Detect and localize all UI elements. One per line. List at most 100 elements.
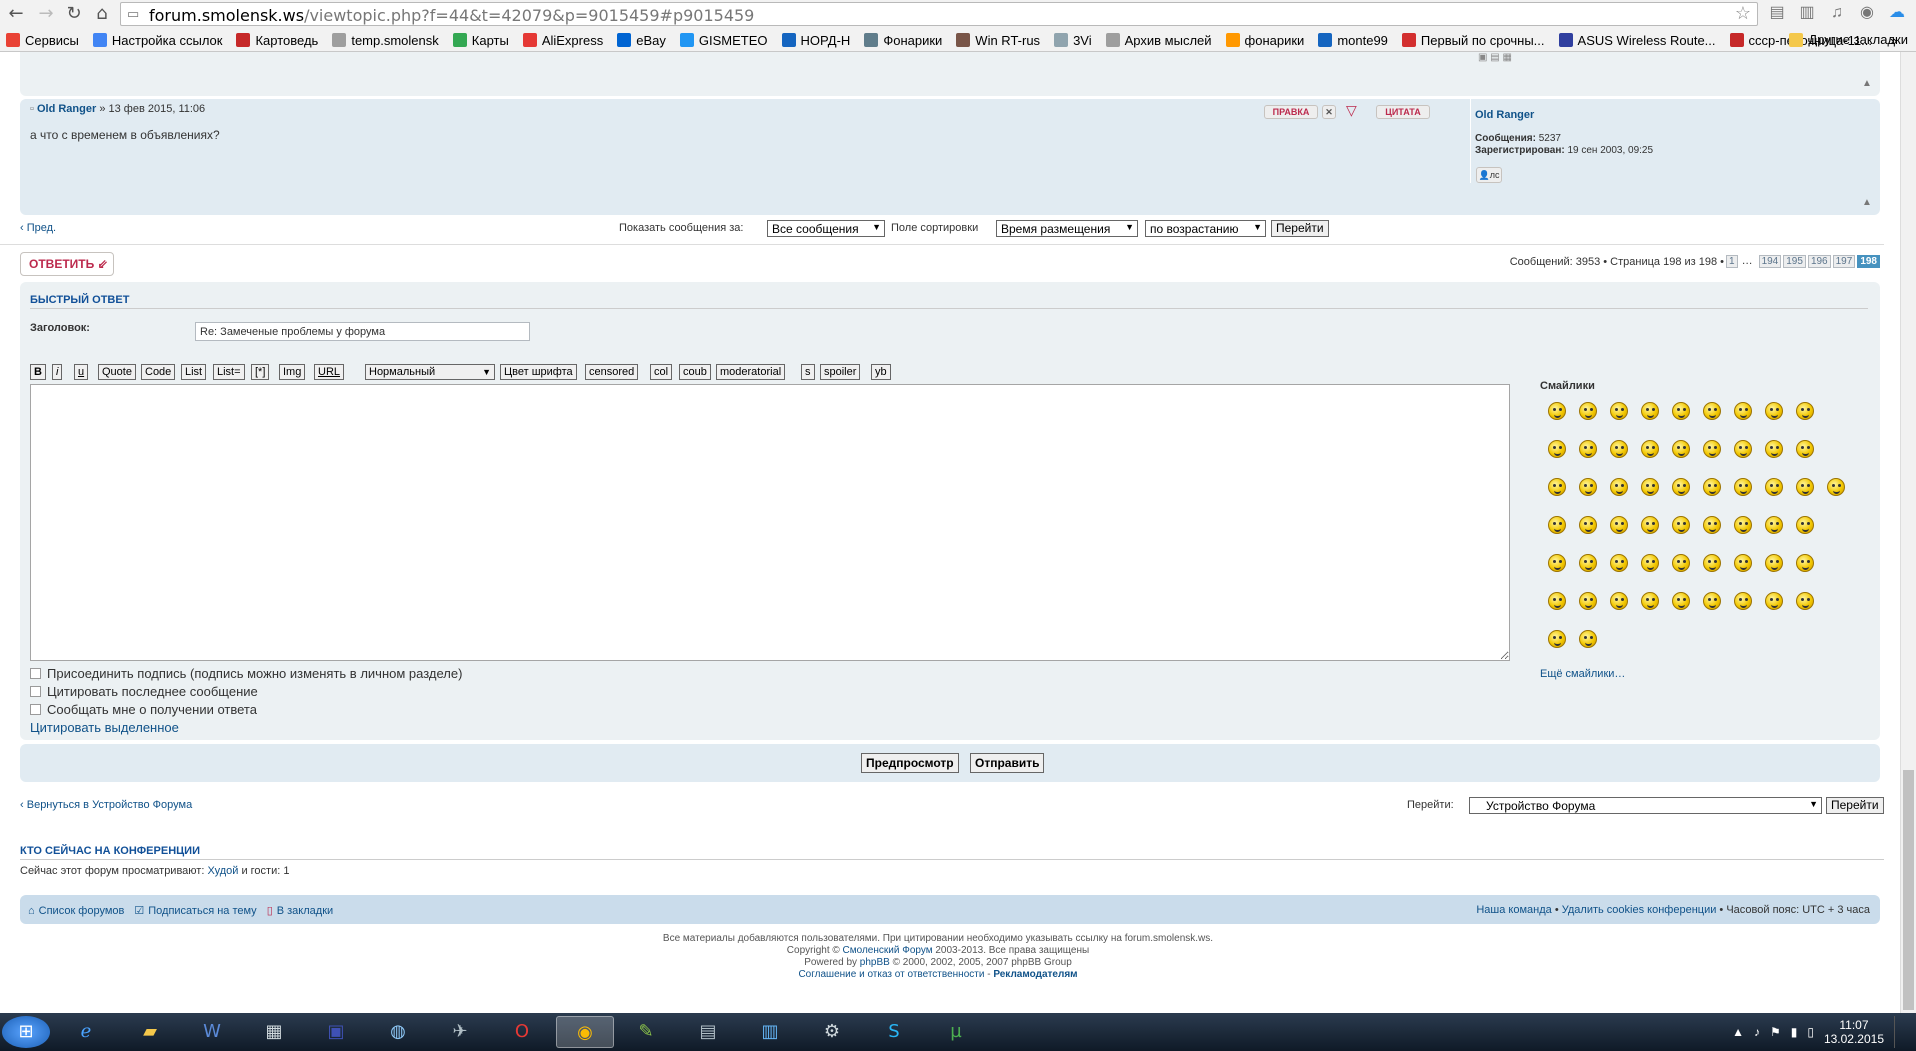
back-icon[interactable]: ← [4,2,28,26]
forum-home-link[interactable]: Смоленский Форум [843,945,933,956]
extension-evernote-icon[interactable]: ◉ [1856,2,1878,24]
signal-icon[interactable]: ▯ [1807,1025,1814,1039]
team-link[interactable]: Наша команда [1476,904,1551,916]
smiley-icon[interactable] [1672,592,1690,610]
smiley-icon[interactable] [1610,440,1628,458]
smiley-icon[interactable] [1610,402,1628,420]
terms-link[interactable]: Соглашение и отказ от ответственности [798,969,984,980]
quote-button[interactable]: ЦИТАТА [1376,105,1430,119]
preview-button[interactable]: Предпросмотр [861,753,959,773]
reply-button[interactable]: ОТВЕТИТЬ ⇙ [20,252,114,276]
smiley-icon[interactable] [1579,478,1597,496]
bbcode-list-button[interactable]: List [181,364,207,380]
smiley-icon[interactable] [1548,516,1566,534]
bbcode--button[interactable]: [*] [251,364,270,380]
show-messages-select[interactable]: Все сообщения [767,220,885,237]
bbcode-extra-button[interactable]: yb [871,364,891,380]
bbcode-code-button[interactable]: Code [141,364,176,380]
smiley-icon[interactable] [1641,554,1659,572]
smiley-icon[interactable] [1548,592,1566,610]
smiley-icon[interactable] [1672,516,1690,534]
extension-note-icon[interactable]: ▥ [1796,2,1818,24]
tray-expand-icon[interactable]: ▲ [1732,1025,1744,1039]
page-link[interactable]: 196 [1807,255,1831,268]
other-bookmarks[interactable]: Другие закладки [1789,32,1908,47]
control-panel-icon[interactable]: ▥ [744,1016,796,1048]
smiley-icon[interactable] [1703,516,1721,534]
bbcode-extra-button[interactable]: moderatorial [716,364,786,380]
smiley-icon[interactable] [1672,478,1690,496]
back-to-forum-link[interactable]: ‹ Вернуться в Устройство Форума [20,799,192,811]
smiley-icon[interactable] [1548,402,1566,420]
smiley-icon[interactable] [1796,554,1814,572]
bbcode-extra-button[interactable]: Цвет шрифта [500,364,577,380]
quote-last-option[interactable]: Цитировать последнее сообщение [30,684,258,699]
bookmark-star-icon[interactable]: ☆ [1735,3,1751,24]
online-user-link[interactable]: Худой [207,865,238,877]
smiley-icon[interactable] [1641,440,1659,458]
bookmark-item[interactable]: monte99 [1318,33,1388,48]
jump-go-button[interactable]: Перейти [1826,797,1884,814]
bbcode-extra-button[interactable]: spoiler [820,364,861,380]
smiley-icon[interactable] [1796,478,1814,496]
delete-cookies-link[interactable]: Удалить cookies конференции [1562,904,1717,916]
advertisers-link[interactable]: Рекламодателям [993,969,1077,980]
page-link[interactable]: 1 [1726,255,1738,268]
post-author-link[interactable]: Old Ranger [37,103,96,115]
notify-checkbox[interactable] [30,704,41,715]
media-icon[interactable]: ▤ [682,1016,734,1048]
bookmark-item[interactable]: Win RT-rus [956,33,1040,48]
utorrent-icon[interactable]: µ [930,1016,982,1048]
smiley-icon[interactable] [1765,478,1783,496]
submit-button[interactable]: Отправить [970,753,1045,773]
smiley-icon[interactable] [1579,554,1597,572]
bbcode-url-button[interactable]: URL [314,364,345,380]
notepad-icon[interactable]: ✎ [620,1016,672,1048]
smiley-icon[interactable] [1672,554,1690,572]
profile-name[interactable]: Old Ranger [1475,109,1534,121]
delete-icon[interactable]: ✕ [1322,105,1336,119]
report-icon[interactable]: ▽ [1346,102,1357,119]
bookmark-item[interactable]: Карты [452,33,509,48]
quote-last-checkbox[interactable] [30,686,41,697]
subject-input[interactable] [195,322,530,341]
smiley-icon[interactable] [1548,478,1566,496]
page-link[interactable]: 194 [1758,255,1782,268]
smiley-icon[interactable] [1796,516,1814,534]
scrollbar-thumb[interactable] [1903,770,1914,1010]
prev-page-link[interactable]: ‹ Пред. [20,222,56,234]
more-smilies-link[interactable]: Ещё смайлики… [1540,668,1625,680]
smiley-icon[interactable] [1610,516,1628,534]
smiley-icon[interactable] [1734,440,1752,458]
bookmark-item[interactable]: GISMETEO [679,33,768,48]
phpbb-link[interactable]: phpBB [860,957,890,968]
notify-option[interactable]: Сообщать мне о получении ответа [30,702,257,717]
bbcode-quote-button[interactable]: Quote [98,364,136,380]
bookmark-item[interactable]: фонарики [1225,33,1304,48]
back-to-top-icon[interactable]: ▲ [1862,197,1872,208]
smiley-icon[interactable] [1548,440,1566,458]
top-icon[interactable]: ▲ [1862,78,1872,89]
opera-icon[interactable]: O [496,1016,548,1048]
smiley-icon[interactable] [1703,440,1721,458]
explorer-folder-icon[interactable]: ▰ [124,1016,176,1048]
extension-notify-icon[interactable]: ♫ [1826,2,1848,24]
prev-label[interactable]: Пред. [27,222,56,234]
word-icon[interactable]: W [186,1016,238,1048]
show-desktop-button[interactable] [1894,1016,1906,1048]
bbcode-extra-button[interactable]: coub [679,364,711,380]
smiley-icon[interactable] [1796,592,1814,610]
sort-direction-select[interactable]: по возрастанию [1145,220,1266,237]
calculator-icon[interactable]: ▦ [248,1016,300,1048]
smiley-icon[interactable] [1548,630,1566,648]
smiley-icon[interactable] [1610,554,1628,572]
smiley-icon[interactable] [1548,554,1566,572]
extension-feed-icon[interactable]: ▤ [1766,2,1788,24]
bookmark-item[interactable]: 3Vi [1054,33,1092,48]
smiley-icon[interactable] [1734,592,1752,610]
save-disk-icon[interactable]: ▣ [310,1016,362,1048]
smiley-icon[interactable] [1765,440,1783,458]
smiley-icon[interactable] [1641,478,1659,496]
jump-select[interactable]: Устройство Форума [1469,797,1822,814]
smiley-icon[interactable] [1734,516,1752,534]
